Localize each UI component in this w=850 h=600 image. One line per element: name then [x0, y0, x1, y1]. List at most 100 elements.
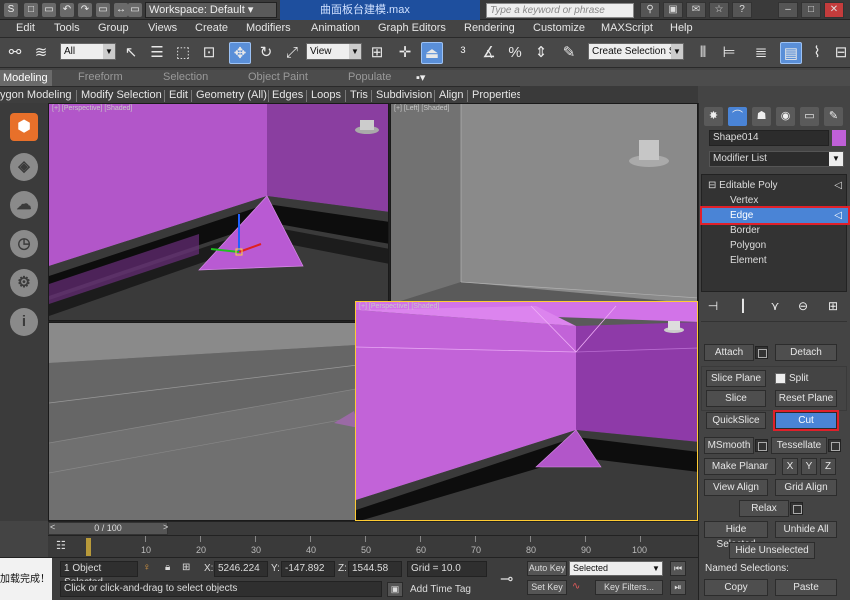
clock-icon[interactable]: ◷	[10, 230, 38, 258]
named-selection-dropdown[interactable]: Create Selection Se ▼	[588, 43, 684, 60]
go-to-start-icon[interactable]: ⏮	[670, 561, 686, 576]
mini-curve-editor-icon[interactable]: ☷	[56, 539, 70, 553]
viewport-label[interactable]: [+] [Perspective] [Shaded]	[52, 105, 132, 112]
select-object-icon[interactable]: ↖	[120, 42, 142, 64]
viewport-label[interactable]: [+] [Left] [Shaded]	[394, 105, 449, 112]
menu-customize[interactable]: Customize	[533, 22, 585, 34]
save-icon[interactable]: ▭	[128, 3, 142, 17]
show-end-result-icon[interactable]: ┃	[735, 298, 751, 314]
remove-modifier-icon[interactable]: ⊖	[795, 298, 811, 314]
stack-item-polygon[interactable]: Polygon	[702, 238, 848, 253]
viewport-perspective-active[interactable]: [+] [Perspective] [Shaded]	[355, 301, 698, 521]
tessellate-settings-icon[interactable]	[828, 439, 841, 452]
stack-item-editable-poly[interactable]: ⊟ Editable Poly ◁	[702, 178, 848, 193]
snaps-toggle-icon[interactable]: ³	[452, 42, 474, 64]
slice-button[interactable]: Slice	[706, 390, 766, 407]
undo-icon[interactable]: ↶	[60, 3, 74, 17]
detach-button[interactable]: Detach	[775, 344, 837, 361]
panel-align[interactable]: Align	[439, 89, 463, 101]
redo-icon[interactable]: ↷	[78, 3, 92, 17]
menu-views[interactable]: Views	[148, 22, 177, 34]
layer-manager-icon[interactable]: ≣	[750, 42, 772, 64]
panel-subdivision[interactable]: Subdivision	[376, 89, 432, 101]
prev-frame-icon[interactable]: <	[50, 522, 55, 532]
select-rotate-icon[interactable]: ↻	[255, 42, 277, 64]
auto-key-button[interactable]: Auto Key	[527, 561, 567, 576]
key-filter-selection-dropdown[interactable]: Selected ▼	[569, 561, 663, 576]
planar-x-button[interactable]: X	[782, 458, 798, 475]
utilities-tab-icon[interactable]: ✎	[824, 107, 843, 126]
app-cube-icon[interactable]: ⬢	[10, 113, 38, 141]
panel-edit[interactable]: Edit	[169, 89, 188, 101]
ribbon-options-icon[interactable]: ▪▾	[416, 71, 425, 84]
panel-polygon-modeling[interactable]: ygon Modeling	[0, 89, 72, 101]
angle-snap-icon[interactable]: ∡	[478, 42, 500, 64]
relax-button[interactable]: Relax	[739, 500, 789, 517]
panel-modify-selection[interactable]: Modify Selection	[81, 89, 162, 101]
viewport-left-top-right[interactable]: [+] [Left] [Shaded]	[390, 103, 698, 303]
menu-edit[interactable]: Edit	[16, 22, 35, 34]
menu-create[interactable]: Create	[195, 22, 228, 34]
menu-graph-editors[interactable]: Graph Editors	[378, 22, 446, 34]
current-frame-marker[interactable]	[86, 538, 91, 556]
rectangular-selection-icon[interactable]: ⬚	[172, 42, 194, 64]
tab-populate[interactable]: Populate	[348, 71, 391, 83]
subscription-icon[interactable]: ▣	[663, 2, 683, 18]
key-mode-icon[interactable]: ∿	[572, 581, 580, 592]
stack-item-element[interactable]: Element	[702, 253, 848, 268]
z-coordinate-field[interactable]: 1544.58	[348, 561, 402, 577]
select-by-name-icon[interactable]: ☰	[146, 42, 168, 64]
selection-filter-dropdown[interactable]: All ▼	[60, 43, 116, 60]
workspace-dropdown[interactable]: Workspace: Default ▾	[145, 2, 277, 18]
favorites-icon[interactable]: ☆	[709, 2, 729, 18]
track-bar[interactable]: ☷ 10 20 30 40 50 60 70 80 90 100	[48, 535, 698, 557]
tab-selection[interactable]: Selection	[163, 71, 208, 83]
time-tag-icon[interactable]: ▣	[387, 582, 403, 597]
edit-named-selection-icon[interactable]: ✎	[558, 42, 580, 64]
stack-item-edge[interactable]: Edge ◁	[700, 206, 850, 225]
panel-edges[interactable]: Edges	[272, 89, 303, 101]
split-checkbox[interactable]	[775, 373, 786, 384]
viewport-perspective-top-left[interactable]: [+] [Perspective] [Shaded]	[48, 103, 389, 321]
stack-item-vertex[interactable]: Vertex	[702, 193, 848, 208]
msmooth-button[interactable]: MSmooth	[704, 437, 754, 454]
search-input[interactable]: Type a keyword or phrase	[486, 3, 634, 18]
view-align-button[interactable]: View Align	[704, 479, 768, 496]
close-icon[interactable]: ✕	[824, 2, 844, 18]
key-filters-button[interactable]: Key Filters...	[595, 580, 663, 595]
time-slider[interactable]: 0 / 100 > <	[48, 521, 698, 535]
key-mode-toggle-icon[interactable]: ⏯	[670, 580, 686, 595]
keyboard-shortcut-override-icon[interactable]: ⏏	[421, 42, 443, 64]
tab-modeling[interactable]: Modeling	[0, 70, 52, 86]
y-coordinate-field[interactable]: -147.892	[281, 561, 335, 577]
copy-button[interactable]: Copy	[704, 579, 768, 596]
unlink-icon[interactable]: ≋	[30, 42, 52, 64]
info-icon[interactable]: i	[10, 308, 38, 336]
display-tab-icon[interactable]: ▭	[800, 107, 819, 126]
msmooth-settings-icon[interactable]	[755, 439, 768, 452]
selection-lock-icon[interactable]: 🔒︎	[165, 562, 170, 573]
viewport-label[interactable]: [+] [Perspective] [Shaded]	[359, 303, 439, 310]
motion-tab-icon[interactable]: ◉	[776, 107, 795, 126]
absolute-mode-icon[interactable]: ⊞	[182, 562, 190, 573]
panel-loops[interactable]: Loops	[311, 89, 341, 101]
spinner-snap-icon[interactable]: ⇕	[530, 42, 552, 64]
pin-stack-icon[interactable]: ⊣	[705, 298, 721, 314]
panel-geometry[interactable]: Geometry (All)	[196, 89, 267, 101]
hide-unselected-button[interactable]: Hide Unselected	[729, 542, 815, 559]
curve-editor-icon[interactable]: ⌇	[806, 42, 828, 64]
reference-coordinate-dropdown[interactable]: View ▼	[306, 43, 362, 60]
select-scale-icon[interactable]: ⤢	[281, 42, 303, 64]
menu-group[interactable]: Group	[98, 22, 129, 34]
add-time-tag-button[interactable]: Add Time Tag	[410, 584, 471, 595]
menu-modifiers[interactable]: Modifiers	[246, 22, 291, 34]
stack-item-border[interactable]: Border	[702, 223, 848, 238]
communication-icon[interactable]: ✉	[686, 2, 706, 18]
select-link-icon[interactable]: ⚯	[4, 42, 26, 64]
create-tab-icon[interactable]: ✸	[704, 107, 723, 126]
new-file-icon[interactable]: □	[24, 3, 38, 17]
menu-animation[interactable]: Animation	[311, 22, 360, 34]
pivot-center-icon[interactable]: ⊞	[366, 42, 388, 64]
attach-settings-icon[interactable]	[755, 346, 768, 359]
planar-y-button[interactable]: Y	[801, 458, 817, 475]
